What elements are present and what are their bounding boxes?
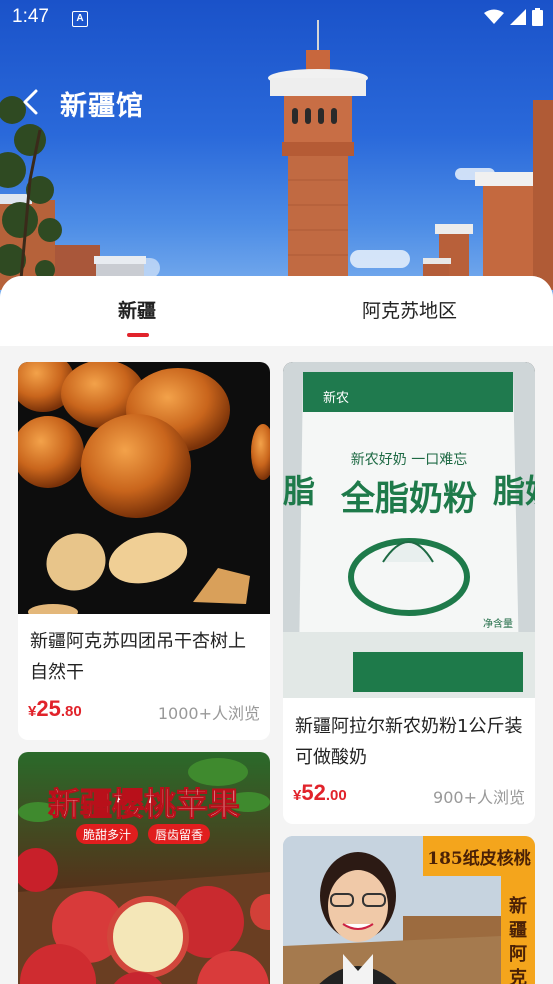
walnut-side-2: 疆 <box>509 920 527 941</box>
apple-headline: 新疆樱桃苹果 <box>48 785 240 823</box>
product-card[interactable]: 新疆樱桃苹果 脆甜多汁 唇齿留香 <box>18 752 270 984</box>
product-image-walnut: 185纸皮核桃 新 疆 阿 克 <box>283 836 535 984</box>
tab-xinjiang[interactable]: 新疆 <box>118 296 156 323</box>
price-integer: 25 <box>36 696 61 721</box>
minaret-tower-image <box>268 20 368 280</box>
milk-slogan: 新农好奶 一口难忘 <box>351 452 467 468</box>
top-app-bar: 新疆馆 <box>0 80 553 124</box>
walnut-banner: 185纸皮核桃 <box>427 848 531 869</box>
signal-icon <box>510 9 526 25</box>
page-title: 新疆馆 <box>60 91 144 122</box>
apple-tag-1: 脆甜多汁 <box>83 827 131 842</box>
price-integer: 52 <box>301 780 326 805</box>
tab-aksu-region[interactable]: 阿克苏地区 <box>362 296 457 323</box>
wifi-icon <box>484 9 504 24</box>
view-count: 900+人浏览 <box>433 788 525 807</box>
battery-icon <box>532 8 543 26</box>
active-tab-indicator <box>127 333 149 337</box>
product-image-apricot <box>18 362 270 614</box>
status-bar: 1:47 A <box>0 0 553 36</box>
milk-side-left: 脂 <box>283 472 315 510</box>
product-price: ¥25.80 <box>28 696 82 722</box>
product-card[interactable]: 185纸皮核桃 新 疆 阿 克 <box>283 836 535 984</box>
tab-bar: 新疆 阿克苏地区 <box>0 276 553 346</box>
milk-name: 全脂奶粉 <box>340 479 477 519</box>
product-price: ¥52.00 <box>293 780 347 806</box>
hero-banner: 1:47 A 新疆馆 <box>0 0 553 300</box>
price-decimal: .80 <box>60 703 82 720</box>
right-building-image <box>423 100 553 290</box>
walnut-side-4: 克 <box>509 967 527 984</box>
walnut-side-3: 阿 <box>509 944 527 965</box>
price-decimal: .00 <box>325 787 347 804</box>
product-title: 新疆阿克苏四团吊干杏树上自然干 <box>30 631 246 683</box>
back-button[interactable] <box>16 82 52 122</box>
walnut-side-1: 新 <box>509 895 527 917</box>
product-card[interactable]: 新疆阿克苏四团吊干杏树上自然干 ¥25.80 1000+人浏览 <box>18 362 270 740</box>
product-title: 新疆阿拉尔新农奶粉1公斤装可做酸奶 <box>295 716 523 768</box>
product-image-apple: 新疆樱桃苹果 脆甜多汁 唇齿留香 <box>18 752 270 984</box>
status-time: 1:47 <box>12 6 49 27</box>
view-count: 1000+人浏览 <box>157 704 260 723</box>
product-card[interactable]: 新农 新农好奶 一口难忘 全脂奶粉 净含量 脂 脂奶 新疆阿拉尔新农奶粉1公斤装… <box>283 362 535 824</box>
product-image-milk-powder: 新农 新农好奶 一口难忘 全脂奶粉 净含量 脂 脂奶 <box>283 362 535 698</box>
back-arrow-icon <box>23 89 38 115</box>
milk-weight: 净含量 <box>483 617 513 630</box>
milk-side-right: 脂奶 <box>493 472 535 510</box>
milk-brand: 新农 <box>323 390 349 406</box>
content-sheet: 新疆 阿克苏地区 新疆阿克苏四团吊干杏树上自然干 ¥25.80 1000+人浏览… <box>0 276 553 984</box>
notification-icon: A <box>72 11 88 27</box>
apple-tag-2: 唇齿留香 <box>155 828 203 842</box>
